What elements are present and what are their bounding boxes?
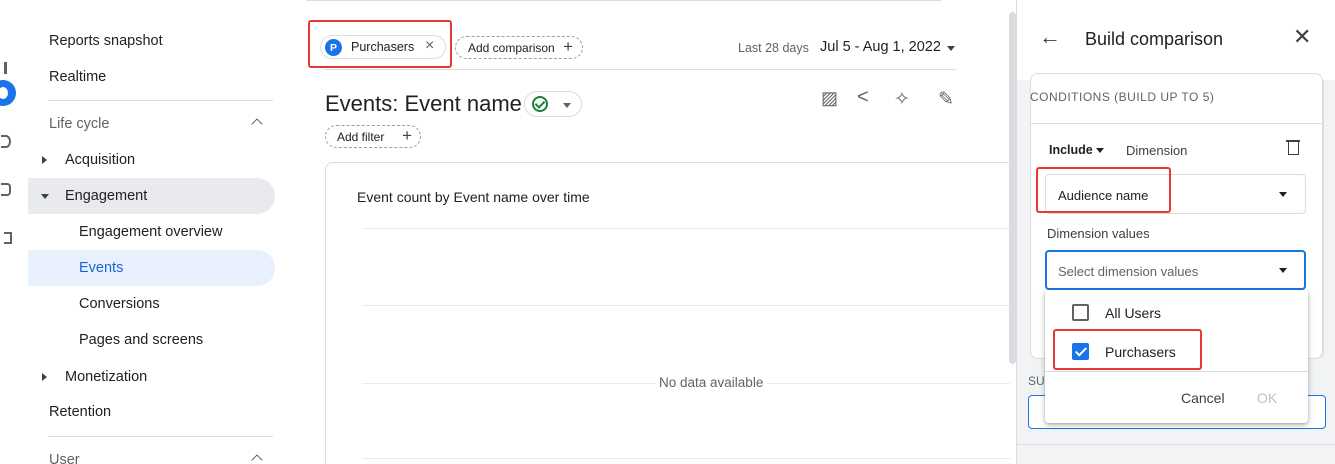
option-all-users[interactable]: All Users bbox=[1045, 293, 1308, 329]
conditions-divider bbox=[1030, 123, 1323, 124]
page-title: Events: Event name bbox=[325, 91, 522, 116]
sidebar-item-label: Acquisition bbox=[65, 152, 136, 168]
sidebar-item-label: Reports snapshot bbox=[49, 33, 163, 49]
report-status-dropdown[interactable] bbox=[524, 91, 582, 117]
section-life-cycle[interactable]: Life cycle bbox=[28, 106, 275, 142]
panel-title: Build comparison bbox=[1085, 29, 1224, 49]
option-label: All Users bbox=[1105, 305, 1162, 321]
sidebar-item-events[interactable]: Events bbox=[28, 250, 275, 286]
configure-icon[interactable] bbox=[4, 232, 12, 244]
sidebar-divider bbox=[48, 436, 273, 437]
chart-gridline bbox=[362, 228, 1010, 229]
add-filter-button[interactable]: Add filter + bbox=[325, 125, 421, 148]
sidebar-item-pages-and-screens[interactable]: Pages and screens bbox=[28, 322, 275, 358]
ok-button[interactable]: OK bbox=[1257, 390, 1277, 406]
reports-icon[interactable] bbox=[4, 62, 14, 74]
advertising-icon[interactable] bbox=[1, 183, 11, 196]
caret-right-icon bbox=[42, 373, 47, 381]
sidebar-item-monetization[interactable]: Monetization bbox=[28, 359, 275, 395]
sidebar-item-conversions[interactable]: Conversions bbox=[28, 286, 275, 322]
back-arrow-icon[interactable]: ← bbox=[1039, 24, 1061, 50]
sidebar-item-label: Engagement bbox=[65, 188, 148, 204]
chevron-down-icon bbox=[1279, 192, 1287, 197]
dimension-values-select[interactable]: Select dimension values bbox=[1045, 250, 1306, 290]
highlight-annotation bbox=[308, 20, 452, 68]
chart-card bbox=[325, 162, 1025, 464]
add-filter-label: Add filter bbox=[337, 129, 385, 144]
sidebar-item-retention[interactable]: Retention bbox=[28, 394, 275, 430]
check-circle-icon bbox=[532, 96, 548, 112]
sidebar-divider bbox=[48, 100, 273, 101]
close-icon[interactable]: ✕ bbox=[1293, 24, 1311, 50]
reports-active-icon[interactable] bbox=[0, 80, 16, 106]
customize-report-icon[interactable]: ▨ bbox=[821, 88, 838, 109]
chart-title: Event count by Event name over time bbox=[357, 189, 590, 205]
conditions-heading: CONDITIONS (BUILD UP TO 5) bbox=[1030, 90, 1215, 104]
include-dropdown[interactable]: Include bbox=[1049, 143, 1093, 157]
panel-header: ← Build comparison ✕ bbox=[1017, 0, 1335, 80]
chevron-up-icon bbox=[251, 454, 263, 464]
highlight-annotation bbox=[1036, 167, 1171, 213]
caret-down-icon bbox=[41, 194, 49, 199]
top-divider bbox=[306, 0, 941, 1]
sidebar-item-label: Events bbox=[79, 260, 124, 276]
sidebar-nav: Reports snapshot Realtime Life cycle Acq… bbox=[28, 0, 290, 464]
sidebar-item-engagement[interactable]: Engagement bbox=[28, 178, 275, 214]
sidebar-item-label: Conversions bbox=[79, 296, 160, 312]
chevron-down-icon bbox=[1279, 268, 1287, 273]
explore-icon[interactable] bbox=[1, 135, 11, 148]
cancel-button[interactable]: Cancel bbox=[1181, 390, 1225, 406]
trash-icon[interactable] bbox=[1286, 140, 1300, 155]
add-comparison-label: Add comparison bbox=[468, 40, 555, 55]
sidebar-item-label: Retention bbox=[49, 404, 112, 420]
date-range-picker[interactable]: Jul 5 - Aug 1, 2022 bbox=[820, 39, 941, 55]
plus-icon: + bbox=[402, 126, 412, 145]
date-range-label: Last 28 days bbox=[738, 41, 809, 55]
left-rail bbox=[0, 0, 16, 464]
panel-divider bbox=[1016, 444, 1335, 445]
caret-right-icon bbox=[42, 156, 47, 164]
plus-icon: + bbox=[563, 37, 573, 56]
insights-icon[interactable]: ✧ bbox=[894, 88, 910, 111]
main-scrollbar[interactable] bbox=[1009, 12, 1016, 364]
sidebar-item-label: Engagement overview bbox=[79, 224, 223, 240]
sidebar-item-engagement-overview[interactable]: Engagement overview bbox=[28, 214, 275, 250]
sidebar-item-reports-snapshot[interactable]: Reports snapshot bbox=[28, 23, 275, 59]
section-label-truncated: SU bbox=[1028, 374, 1045, 388]
sidebar-item-label: Pages and screens bbox=[79, 332, 204, 348]
highlight-annotation bbox=[1053, 329, 1202, 370]
sidebar-item-realtime[interactable]: Realtime bbox=[28, 59, 275, 95]
checkbox-unchecked[interactable] bbox=[1072, 304, 1089, 321]
chevron-up-icon bbox=[251, 118, 263, 130]
dimension-values-placeholder: Select dimension values bbox=[1058, 264, 1199, 279]
chevron-down-icon[interactable] bbox=[1096, 148, 1104, 153]
dimension-values-label: Dimension values bbox=[1047, 226, 1150, 241]
section-user[interactable]: User bbox=[28, 442, 275, 464]
dimension-label: Dimension bbox=[1126, 143, 1188, 158]
sidebar-item-label: Realtime bbox=[49, 69, 107, 85]
chart-gridline bbox=[362, 305, 1010, 306]
section-label: Life cycle bbox=[49, 116, 110, 132]
empty-state-message: No data available bbox=[655, 375, 768, 390]
chart-gridline bbox=[362, 458, 1010, 459]
sidebar-item-acquisition[interactable]: Acquisition bbox=[28, 142, 275, 178]
chevron-down-icon bbox=[563, 103, 571, 108]
share-icon[interactable]: < bbox=[857, 86, 869, 109]
header-divider bbox=[325, 69, 956, 70]
edit-icon[interactable]: ✎ bbox=[938, 88, 954, 111]
section-label: User bbox=[49, 452, 80, 464]
menu-divider bbox=[1045, 371, 1308, 372]
sidebar-item-label: Monetization bbox=[65, 369, 148, 385]
chevron-down-icon[interactable] bbox=[947, 46, 955, 51]
add-comparison-button[interactable]: Add comparison + bbox=[455, 36, 583, 59]
